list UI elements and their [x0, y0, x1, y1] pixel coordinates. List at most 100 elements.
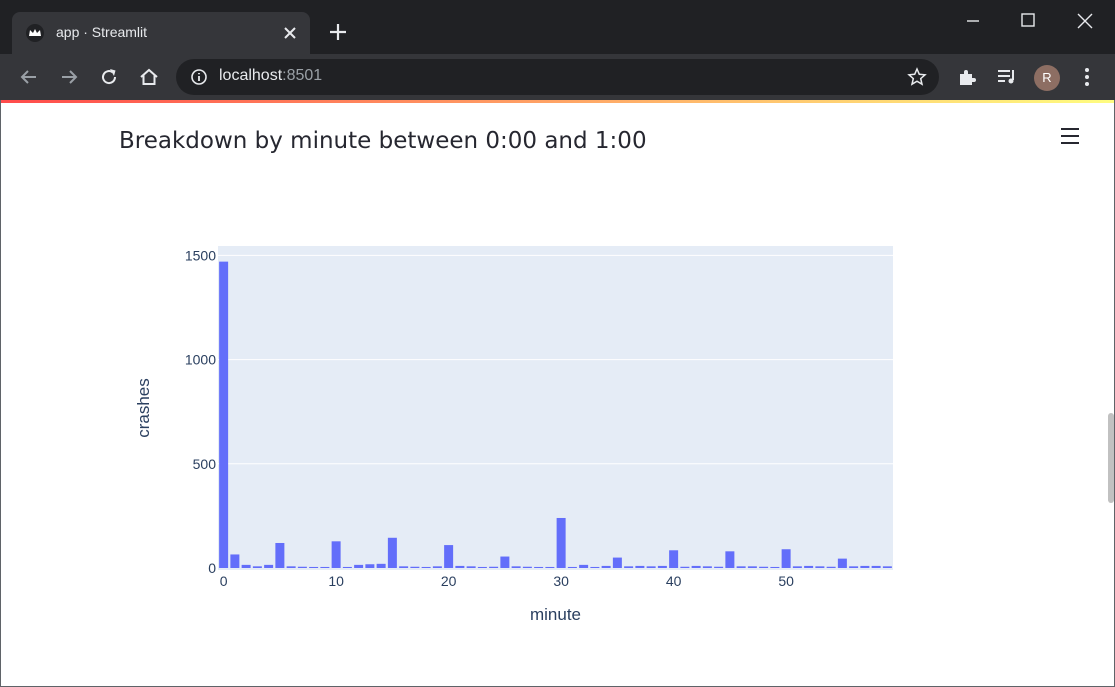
bar [286, 566, 296, 568]
streamlit-decoration-bar [0, 100, 1115, 103]
home-icon[interactable] [137, 65, 161, 89]
bar [534, 566, 544, 568]
bar [500, 556, 510, 568]
streamlit-crown-icon [26, 24, 44, 42]
bar [444, 545, 454, 568]
y-tick-label: 0 [208, 560, 216, 576]
bar [309, 566, 319, 568]
back-icon[interactable] [17, 65, 41, 89]
bar [342, 566, 352, 568]
bar [477, 566, 487, 568]
browser-toolbar: localhost:8501 [0, 54, 1115, 100]
bar [725, 551, 735, 568]
x-tick-label: 10 [328, 573, 344, 589]
bar [612, 557, 622, 568]
bar [792, 566, 802, 568]
maximize-icon[interactable] [1017, 10, 1039, 32]
bar [579, 564, 589, 568]
bar [635, 565, 645, 568]
bar [702, 566, 712, 568]
bar [826, 566, 836, 568]
bar [601, 565, 611, 568]
bar [849, 566, 859, 568]
bar [252, 566, 262, 568]
x-tick-label: 50 [778, 573, 794, 589]
site-info-icon[interactable] [190, 68, 208, 86]
bar [466, 566, 476, 568]
tab-title: app · Streamlit [56, 24, 148, 40]
y-tick-label: 1000 [185, 352, 216, 368]
bar [387, 537, 397, 568]
bar [736, 566, 746, 568]
bar [331, 541, 341, 568]
bar [815, 566, 825, 568]
forward-icon[interactable] [57, 65, 81, 89]
x-tick-label: 40 [666, 573, 682, 589]
bar [230, 554, 240, 568]
bar [770, 566, 780, 568]
bar [590, 566, 600, 568]
address-bar[interactable]: localhost:8501 [176, 59, 939, 95]
menu-kebab-icon[interactable] [1075, 65, 1099, 89]
bar [804, 565, 814, 568]
y-tick-label: 1500 [185, 247, 216, 263]
bookmark-star-icon[interactable] [907, 67, 927, 87]
minimize-icon[interactable] [962, 10, 984, 32]
x-axis-title: minute [530, 605, 581, 624]
bar-chart: 0 500 1000 1500 0 10 20 30 40 50 minute crashes [134, 246, 893, 624]
bar [421, 566, 431, 568]
bar [657, 565, 667, 568]
extensions-puzzle-icon[interactable] [955, 65, 979, 89]
close-tab-icon[interactable] [280, 23, 300, 43]
bar [781, 549, 791, 568]
bar [354, 564, 364, 568]
bar [545, 566, 555, 568]
bar [556, 517, 566, 568]
bar [264, 564, 274, 568]
bar [646, 566, 656, 568]
bar [871, 565, 881, 568]
url-port: :8501 [282, 67, 323, 84]
bar [511, 566, 521, 568]
bar [376, 563, 386, 568]
bar [747, 566, 757, 568]
bar [241, 564, 251, 568]
x-tick-label: 20 [441, 573, 457, 589]
bar [714, 566, 724, 568]
bar [837, 558, 847, 568]
bar [567, 566, 577, 568]
profile-avatar[interactable]: R [1034, 65, 1060, 91]
bar [365, 564, 375, 568]
bar [219, 261, 229, 568]
bar [522, 566, 532, 568]
y-axis-title: crashes [134, 378, 153, 438]
url-host: localhost [219, 67, 283, 84]
bar [297, 566, 307, 568]
url-text: localhost:8501 [219, 67, 322, 85]
window-border-left [0, 100, 1, 687]
new-tab-icon[interactable] [326, 20, 350, 44]
hamburger-menu-icon[interactable] [1058, 124, 1082, 148]
x-tick-label: 30 [553, 573, 569, 589]
bar [882, 566, 892, 568]
bar [275, 542, 285, 568]
page-title: Breakdown by minute between 0:00 and 1:0… [119, 128, 647, 154]
reload-icon[interactable] [97, 65, 121, 89]
tab-strip: app · Streamlit [0, 0, 1115, 54]
scrollbar-thumb[interactable] [1108, 413, 1114, 503]
media-control-icon[interactable] [995, 65, 1019, 89]
bar [320, 566, 330, 568]
bar [759, 566, 769, 568]
bar [624, 566, 634, 568]
bar [432, 566, 442, 568]
close-window-icon[interactable] [1074, 10, 1096, 32]
bar [669, 550, 679, 568]
x-tick-label: 0 [220, 573, 228, 589]
y-tick-label: 500 [193, 456, 217, 472]
bar [489, 566, 499, 568]
bar [410, 566, 420, 568]
bar [680, 566, 690, 568]
bar [691, 565, 701, 568]
plot-area [218, 246, 893, 570]
browser-tab[interactable]: app · Streamlit [12, 12, 310, 54]
